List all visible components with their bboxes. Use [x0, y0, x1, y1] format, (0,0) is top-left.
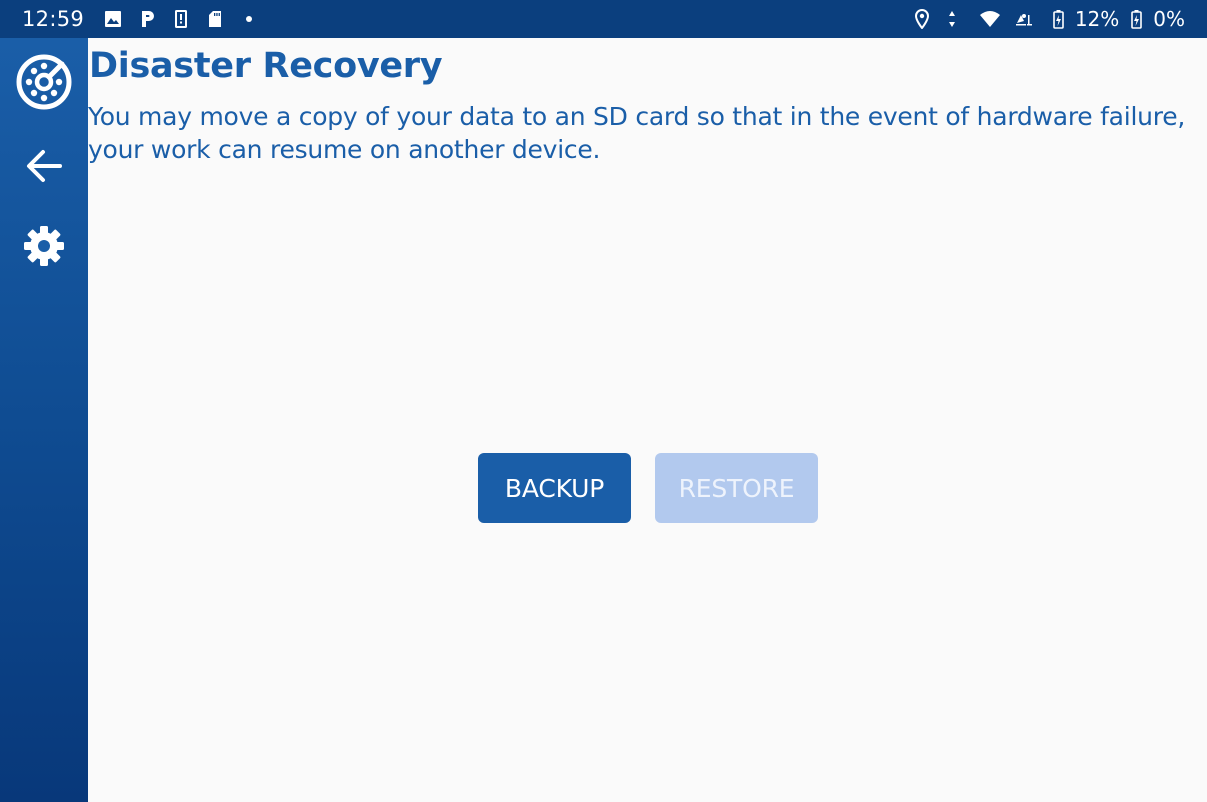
wifi-icon [979, 8, 1001, 30]
restore-button[interactable]: RESTORE [655, 453, 818, 523]
status-bar: 12:59 12% 0% [0, 0, 1207, 38]
battery-icon [1047, 8, 1069, 30]
status-bar-right: 12% 0% [905, 7, 1185, 31]
dashboard-icon [15, 53, 73, 111]
page-title: Disaster Recovery [89, 46, 443, 86]
page-description: You may move a copy of your data to an S… [88, 102, 1186, 164]
status-bar-left: 12:59 [22, 7, 272, 31]
backup-button[interactable]: BACKUP [478, 453, 631, 523]
dashboard-button[interactable] [14, 52, 74, 112]
dot-icon [238, 8, 260, 30]
battery-percent: 12% [1074, 7, 1120, 31]
battery-secondary-percent: 0% [1153, 7, 1185, 31]
back-button[interactable] [14, 136, 74, 196]
device-alert-icon [170, 8, 192, 30]
hotspot-icon [1013, 8, 1035, 30]
battery-secondary-icon [1125, 8, 1147, 30]
settings-button[interactable] [14, 216, 74, 276]
back-arrow-icon [25, 147, 63, 185]
sidebar [0, 38, 88, 802]
settings-gear-icon [22, 224, 66, 268]
data-transfer-icon [945, 8, 967, 30]
location-icon [911, 8, 933, 30]
image-icon [102, 8, 124, 30]
status-time: 12:59 [22, 7, 85, 31]
sd-card-icon [204, 8, 226, 30]
main-content: Disaster Recovery You may move a copy of… [88, 38, 1207, 802]
parking-icon [136, 8, 158, 30]
